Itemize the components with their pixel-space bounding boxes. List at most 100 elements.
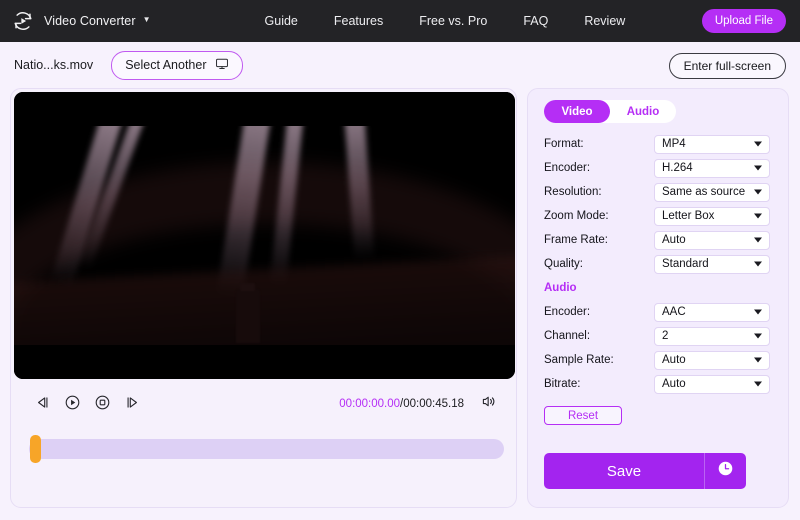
save-button-group: Save xyxy=(544,453,746,489)
setting-row-video-encoder: Encoder: H.264 xyxy=(528,156,790,180)
nav-item-faq[interactable]: FAQ xyxy=(523,14,548,28)
nav-item-guide[interactable]: Guide xyxy=(265,14,298,28)
play-button[interactable] xyxy=(61,393,83,415)
frame-rate-select[interactable]: Auto xyxy=(654,230,770,250)
setting-label-sample-rate: Sample Rate: xyxy=(544,354,614,366)
chevron-down-icon xyxy=(754,237,762,243)
select-another-button[interactable]: Select Another xyxy=(111,50,243,80)
frame-rate-select-value: Auto xyxy=(662,234,686,246)
current-file-name: Natio...ks.mov xyxy=(14,58,94,72)
setting-row-format: Format: MP4 xyxy=(528,132,790,156)
chevron-down-icon xyxy=(754,333,762,339)
previous-frame-button[interactable] xyxy=(31,393,53,415)
app-window: Video Converter ▼ Guide Features Free vs… xyxy=(0,0,800,520)
select-another-label: Select Another xyxy=(125,58,207,72)
letterbox-top-bar xyxy=(14,92,515,126)
sample-rate-select-value: Auto xyxy=(662,354,686,366)
chevron-down-icon xyxy=(754,381,762,387)
trim-slider[interactable] xyxy=(11,429,518,469)
setting-label-format: Format: xyxy=(544,138,584,150)
setting-label-resolution: Resolution: xyxy=(544,186,602,198)
format-select[interactable]: MP4 xyxy=(654,134,770,154)
settings-panel: Video Audio Format: MP4 Encoder: H.264 R… xyxy=(527,88,789,508)
save-history-button[interactable] xyxy=(704,453,746,489)
transport-buttons xyxy=(31,393,143,415)
chevron-down-icon xyxy=(754,141,762,147)
upload-file-button[interactable]: Upload File xyxy=(701,9,786,33)
brand-title: Video Converter xyxy=(44,14,136,28)
player-panel: 00:00:00.00 /00:00:45.18 xyxy=(10,88,517,508)
stop-circle-icon xyxy=(94,394,111,414)
chevron-down-icon xyxy=(754,309,762,315)
resolution-select[interactable]: Same as source xyxy=(654,182,770,202)
save-button[interactable]: Save xyxy=(544,453,704,489)
next-frame-icon xyxy=(124,394,141,414)
video-preview[interactable] xyxy=(14,92,515,379)
channel-select[interactable]: 2 xyxy=(654,326,770,346)
settings-tabs: Video Audio xyxy=(544,100,676,123)
tab-video[interactable]: Video xyxy=(544,100,610,123)
chevron-down-icon xyxy=(754,261,762,267)
setting-row-quality: Quality: Standard xyxy=(528,252,790,276)
chevron-down-icon xyxy=(754,357,762,363)
time-display: 00:00:00.00 /00:00:45.18 xyxy=(339,398,464,410)
chevron-down-icon xyxy=(754,189,762,195)
current-time: 00:00:00.00 xyxy=(339,398,401,410)
video-tower-silhouette xyxy=(236,283,260,343)
quality-select[interactable]: Standard xyxy=(654,254,770,274)
video-encoder-select-value: H.264 xyxy=(662,162,693,174)
chevron-down-icon xyxy=(754,213,762,219)
zoom-mode-select-value: Letter Box xyxy=(662,210,715,222)
setting-label-audio-encoder: Encoder: xyxy=(544,306,591,318)
bitrate-select[interactable]: Auto xyxy=(654,374,770,394)
nav-item-free-vs-pro[interactable]: Free vs. Pro xyxy=(419,14,487,28)
zoom-mode-select[interactable]: Letter Box xyxy=(654,206,770,226)
nav-item-features[interactable]: Features xyxy=(334,14,383,28)
letterbox-bottom-bar xyxy=(14,345,515,379)
previous-frame-icon xyxy=(34,394,51,414)
file-bar: Natio...ks.mov Select Another Enter full… xyxy=(0,42,800,88)
format-select-value: MP4 xyxy=(662,138,686,150)
sample-rate-select[interactable]: Auto xyxy=(654,350,770,370)
audio-section-heading: Audio xyxy=(544,282,577,294)
next-frame-button[interactable] xyxy=(121,393,143,415)
tab-audio[interactable]: Audio xyxy=(610,100,676,123)
reset-button[interactable]: Reset xyxy=(544,406,622,425)
setting-row-resolution: Resolution: Same as source xyxy=(528,180,790,204)
setting-row-bitrate: Bitrate: Auto xyxy=(528,372,790,396)
setting-label-bitrate: Bitrate: xyxy=(544,378,581,390)
enter-fullscreen-button[interactable]: Enter full-screen xyxy=(668,53,786,79)
setting-row-audio-encoder: Encoder: AAC xyxy=(528,300,790,324)
brand-logo[interactable]: Video Converter ▼ xyxy=(12,10,151,32)
setting-label-frame-rate: Frame Rate: xyxy=(544,234,608,246)
audio-encoder-select-value: AAC xyxy=(662,306,686,318)
chevron-down-icon xyxy=(754,165,762,171)
monitor-icon xyxy=(215,57,229,74)
bitrate-select-value: Auto xyxy=(662,378,686,390)
settings-rows: Format: MP4 Encoder: H.264 Resolution: S… xyxy=(528,132,790,396)
resolution-select-value: Same as source xyxy=(662,186,746,198)
nav-item-review[interactable]: Review xyxy=(584,14,625,28)
setting-row-frame-rate: Frame Rate: Auto xyxy=(528,228,790,252)
setting-label-channel: Channel: xyxy=(544,330,591,342)
main-nav: Guide Features Free vs. Pro FAQ Review xyxy=(265,14,626,28)
video-frame-content xyxy=(14,126,515,345)
setting-row-sample-rate: Sample Rate: Auto xyxy=(528,348,790,372)
audio-encoder-select[interactable]: AAC xyxy=(654,302,770,322)
setting-label-quality: Quality: xyxy=(544,258,583,270)
channel-select-value: 2 xyxy=(662,330,669,342)
convert-play-circle-icon xyxy=(12,10,34,32)
video-encoder-select[interactable]: H.264 xyxy=(654,158,770,178)
setting-row-zoom-mode: Zoom Mode: Letter Box xyxy=(528,204,790,228)
trim-track[interactable] xyxy=(29,439,504,459)
top-header: Video Converter ▼ Guide Features Free vs… xyxy=(0,0,800,42)
playback-controls: 00:00:00.00 /00:00:45.18 xyxy=(11,383,518,425)
trim-start-handle[interactable] xyxy=(30,435,41,463)
setting-label-zoom-mode: Zoom Mode: xyxy=(544,210,609,222)
volume-button[interactable] xyxy=(480,394,500,414)
play-circle-icon xyxy=(64,394,81,414)
chevron-down-icon[interactable]: ▼ xyxy=(143,16,151,24)
speaker-icon xyxy=(480,393,497,415)
stop-button[interactable] xyxy=(91,393,113,415)
setting-label-video-encoder: Encoder: xyxy=(544,162,591,174)
